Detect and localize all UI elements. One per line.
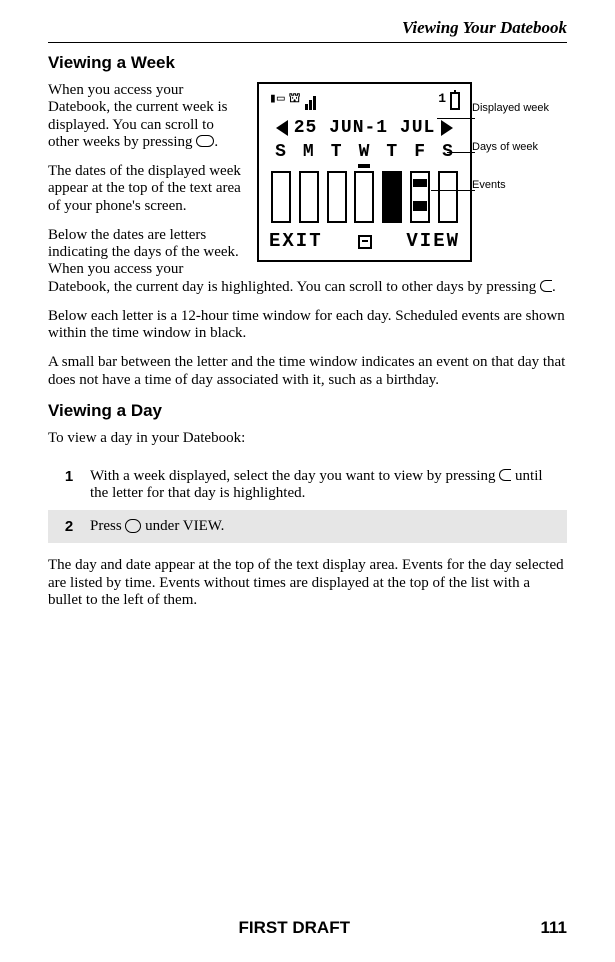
day-letter: T	[327, 142, 347, 163]
half-oval-key-icon	[540, 280, 552, 292]
callout-displayed-week: Displayed week	[472, 102, 567, 115]
oval-key-icon	[196, 135, 214, 147]
day-column	[354, 171, 374, 223]
callout-leader	[431, 190, 475, 191]
day-column	[271, 171, 291, 223]
signal-icon	[305, 92, 317, 110]
section-heading-week: Viewing a Week	[48, 53, 567, 73]
step-text: Press under VIEW.	[90, 510, 567, 543]
event-block-icon	[413, 179, 427, 187]
day-letter: W	[354, 142, 374, 163]
battery-icon	[450, 92, 460, 110]
displayed-week-range: 25 JUN-1 JUL	[294, 118, 436, 139]
allday-bar-icon	[358, 164, 370, 168]
steps-table: 1 With a week displayed, select the day …	[48, 460, 567, 544]
day-letter: M	[299, 142, 319, 163]
day-letters-row: S M T W T F S	[269, 142, 460, 163]
step-text: With a week displayed, select the day yo…	[90, 460, 567, 511]
header-rule	[48, 42, 567, 43]
day-column	[438, 171, 458, 223]
callout-days-of-week: Days of week	[472, 141, 567, 154]
softkey-exit: EXIT	[269, 231, 323, 253]
step-row: 1 With a week displayed, select the day …	[48, 460, 567, 511]
footer-page-number: 111	[541, 918, 568, 938]
step-row: 2 Press under VIEW.	[48, 510, 567, 543]
day-letter: S	[271, 142, 291, 163]
day-letter: F	[410, 142, 430, 163]
event-block-icon	[413, 201, 427, 211]
step-number: 2	[48, 510, 90, 543]
device-figure: ▮▭ ⛫ 1 25 JUN-1 JUL S M T W	[257, 82, 567, 262]
running-header: Viewing Your Datebook	[48, 18, 567, 38]
paragraph: A small bar between the letter and the t…	[48, 354, 567, 389]
softkey-view: VIEW	[406, 231, 460, 253]
calendar-icon	[358, 235, 372, 249]
paragraph: To view a day in your Datebook:	[48, 430, 567, 447]
allday-bar-row	[269, 164, 460, 169]
day-letter: T	[382, 142, 402, 163]
half-oval-key-icon	[499, 469, 511, 481]
round-key-icon	[125, 519, 141, 533]
paragraph: Below each letter is a 12-hour time wind…	[48, 308, 567, 343]
tower-icon: ⛫	[289, 92, 301, 107]
step-number: 1	[48, 460, 90, 511]
phone-screen: ▮▭ ⛫ 1 25 JUN-1 JUL S M T W	[257, 82, 472, 262]
callout-leader	[447, 152, 475, 153]
footer-draft: FIRST DRAFT	[239, 918, 350, 938]
paragraph: The day and date appear at the top of th…	[48, 557, 567, 609]
day-column	[299, 171, 319, 223]
indicator-icon: 1	[438, 92, 446, 107]
prev-week-arrow-icon	[276, 120, 288, 136]
section-heading-day: Viewing a Day	[48, 401, 567, 421]
day-column	[410, 171, 430, 223]
next-week-arrow-icon	[441, 120, 453, 136]
callout-events: Events	[472, 179, 567, 192]
day-column-highlighted	[382, 171, 402, 223]
day-column	[327, 171, 347, 223]
page-footer: FIRST DRAFT 111	[48, 918, 567, 938]
msg-icon: ▮▭	[269, 92, 285, 107]
day-columns-row	[269, 171, 460, 223]
callout-leader	[437, 118, 475, 119]
